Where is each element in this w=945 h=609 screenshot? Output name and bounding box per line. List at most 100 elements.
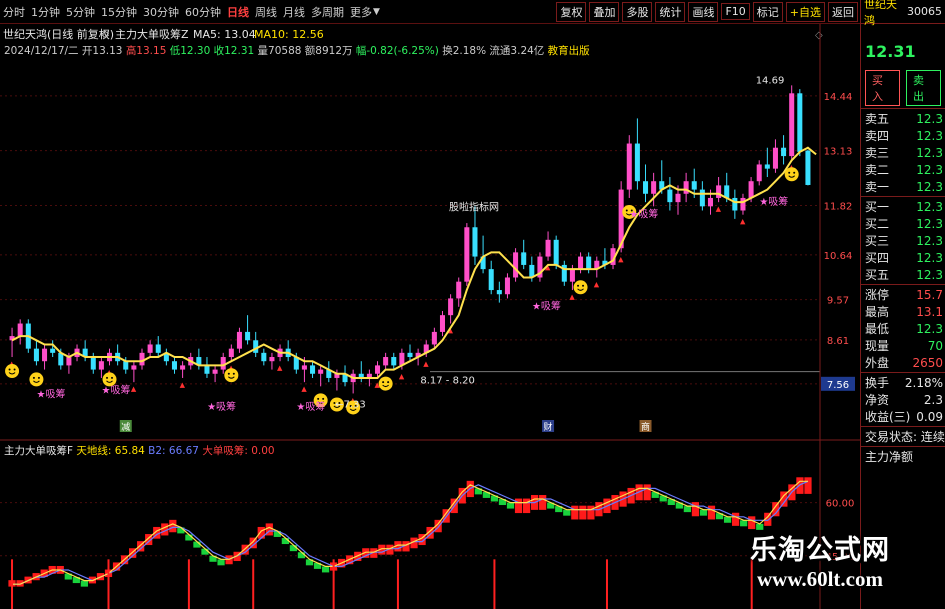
candle-body <box>642 181 649 194</box>
y-tick-label: 10.64 <box>824 251 853 262</box>
period-tab[interactable]: 1分钟 <box>28 4 63 20</box>
multi-stock-button[interactable]: 多股 <box>622 1 653 22</box>
add-watchlist-button[interactable]: +自选 <box>785 1 825 22</box>
period-tab-active[interactable]: 日线 <box>224 4 252 20</box>
diamond-icon: ◇ <box>815 30 823 41</box>
period-tab[interactable]: 15分钟 <box>98 4 140 20</box>
y-tick-label: 7.56 <box>827 380 849 391</box>
bid-list: 买一 12.3 买二 12.3 买三 12.3 买四 12.3 买五 12.3 <box>861 198 945 283</box>
smile-eye <box>793 171 796 174</box>
up-arrow-icon: ▲ <box>301 385 307 393</box>
indicator-bar-up <box>257 526 265 539</box>
candle-body <box>180 365 186 370</box>
candle-body <box>131 365 137 370</box>
indicator-bar-up <box>169 519 177 533</box>
indicator-bar-down <box>80 580 88 587</box>
star-signal-label: ★吸筹 <box>296 400 325 413</box>
star-signal-label: ★吸筹 <box>102 383 131 396</box>
indicator-bar-down <box>217 559 225 566</box>
candle-body <box>569 269 575 282</box>
smile-eye <box>106 376 109 379</box>
y-tick-label: 60.00 <box>826 499 855 510</box>
candle-body <box>261 352 267 362</box>
period-tab[interactable]: 5分钟 <box>63 4 98 20</box>
indicator-bar-up <box>587 505 595 520</box>
indicator-bar-down <box>506 502 515 509</box>
indicator-bar-up <box>804 477 812 494</box>
sell-button[interactable]: 卖出 <box>906 70 941 106</box>
trading-terminal: 分时 1分钟 5分钟 15分钟 30分钟 60分钟 日线 周线 月线 多周期 更… <box>0 0 945 609</box>
indicator-name[interactable]: 主力大单吸筹Z <box>115 27 189 41</box>
smile-eye <box>232 372 235 375</box>
period-tab[interactable]: 月线 <box>280 4 308 20</box>
indicator-bar-down <box>699 509 708 516</box>
y-tick-label: 14.44 <box>824 92 853 103</box>
candle-body <box>578 256 584 270</box>
more-menu[interactable]: 更多 <box>347 4 375 20</box>
up-arrow-icon: ▲ <box>594 280 600 288</box>
row-value: 12.3 <box>916 216 943 231</box>
smile-face <box>378 376 393 391</box>
fuquan-button[interactable]: 复权 <box>556 1 587 22</box>
candle-body <box>683 181 689 194</box>
indicator-bar-up <box>571 505 579 520</box>
mark-button[interactable]: 标记 <box>752 1 783 22</box>
quote-info-line: 2024/12/17/二 开13.13 高13.15 低12.30 收12.31… <box>4 44 590 57</box>
stats-row: 最低 12.3 <box>861 320 945 337</box>
smile-eye <box>322 397 325 400</box>
period-tab[interactable]: 60分钟 <box>182 4 224 20</box>
stats-button[interactable]: 统计 <box>655 1 686 22</box>
period-tab[interactable]: 分时 <box>0 4 28 20</box>
smile-signal-icon <box>5 364 20 379</box>
candle-body <box>407 352 413 358</box>
candle-body <box>204 365 210 374</box>
draw-line-button[interactable]: 画线 <box>688 1 719 22</box>
candle-body <box>431 331 437 345</box>
buy-button[interactable]: 买入 <box>865 70 900 106</box>
smile-eye <box>13 368 16 371</box>
smile-eye <box>582 284 585 287</box>
candle-body <box>456 281 462 299</box>
smile-eye <box>788 171 791 174</box>
stats2-list: 换手 2.18% 净资 2.3 收益(三) 0.09 <box>861 374 945 425</box>
row-label: 卖五 <box>865 112 890 126</box>
candle-body <box>699 189 705 207</box>
stats2-row: 净资 2.3 <box>861 391 945 408</box>
smile-face <box>784 167 799 182</box>
candle-body <box>90 357 96 370</box>
candle-body <box>236 331 242 349</box>
stats-row: 外盘 2650 <box>861 354 945 371</box>
candle-body <box>553 239 559 265</box>
candle-body <box>50 348 56 353</box>
row-label: 净资 <box>865 393 890 407</box>
period-tab[interactable]: 多周期 <box>308 4 347 20</box>
ma10-label: MA10: 12.56 <box>254 28 324 41</box>
row-value: 12.3 <box>916 179 943 194</box>
ma5-label: MA5: 13.04 <box>193 28 256 41</box>
candle-body <box>748 181 754 198</box>
candle-body <box>123 361 129 370</box>
candle-body <box>772 147 778 169</box>
indicator-bar-up <box>707 505 716 520</box>
smile-eye <box>111 376 114 379</box>
gear-icon[interactable]: ⚙ <box>101 30 110 41</box>
back-button[interactable]: 返回 <box>828 1 858 22</box>
overlay-button[interactable]: 叠加 <box>589 1 620 22</box>
smile-signal-icon <box>29 372 44 387</box>
quote-panel-header: 世纪天鸿 30065 <box>861 0 945 27</box>
candle-body <box>155 344 161 353</box>
candle-body <box>318 369 324 374</box>
lower-indicator-name: 主力大单吸筹F <box>4 444 73 457</box>
bids-row: 买四 12.3 <box>861 249 945 266</box>
up-arrow-icon: ▲ <box>716 205 722 213</box>
row-value: 12.3 <box>916 162 943 177</box>
up-arrow-icon: ▲ <box>180 381 186 389</box>
candle-body <box>383 357 389 366</box>
candle-body <box>42 348 48 362</box>
period-tab[interactable]: 30分钟 <box>140 4 182 20</box>
event-badge-label: 财 <box>544 421 553 433</box>
f10-button[interactable]: F10 <box>721 3 750 20</box>
row-label: 收益(三) <box>865 410 911 424</box>
smile-signal-icon <box>378 376 393 391</box>
period-tab[interactable]: 周线 <box>252 4 280 20</box>
